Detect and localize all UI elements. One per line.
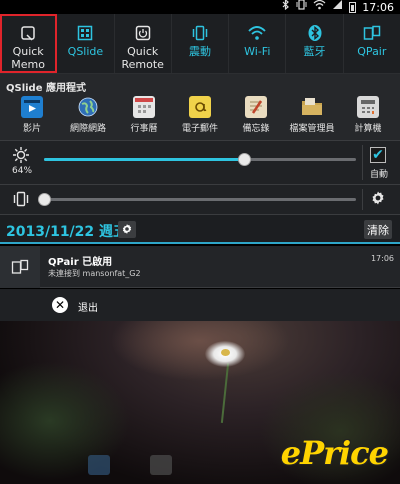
toggle-label: QPair — [357, 45, 387, 58]
qslide-app-email[interactable]: 電子郵件 — [172, 92, 228, 134]
notification-title: QPair 已啟用 — [48, 257, 113, 268]
status-bar: 17:06 — [0, 0, 400, 14]
quick-memo-icon — [17, 24, 39, 42]
qpair-icon — [361, 24, 383, 42]
qslide-app-internet[interactable]: 網際網路 — [60, 92, 116, 134]
qslide-app-file-manager[interactable]: 檔案管理員 — [284, 92, 340, 134]
app-label: 行事曆 — [130, 124, 158, 134]
divider — [362, 145, 363, 180]
dock-app-icon[interactable] — [88, 455, 110, 475]
gear-icon — [121, 220, 133, 239]
wallpaper-shape — [110, 321, 290, 381]
app-label: 檔案管理員 — [289, 124, 335, 134]
notification-action-exit[interactable]: ✕ 退出 — [0, 289, 400, 321]
quick-settings-toggles: Quick Memo QSlide Quick Remote 震動 Wi-Fi — [0, 14, 400, 74]
toggle-label: Quick Memo — [11, 45, 45, 71]
qslide-app-list: 影片 網際網路 行事曆 電子郵件 備忘錄 檔案管理員 計算機 — [0, 92, 400, 134]
signal-icon — [332, 0, 343, 15]
eprice-watermark: ePrice — [280, 434, 389, 472]
toggle-label: Wi-Fi — [244, 45, 271, 58]
toggle-wifi[interactable]: Wi-Fi — [229, 14, 287, 73]
brightness-slider-fill — [44, 158, 244, 161]
checkmark-icon: ✔ — [372, 147, 384, 163]
date-header: 2013/11/22 週五 清除 — [0, 214, 400, 244]
toggle-label: 藍牙 — [303, 45, 326, 58]
vibrate-icon — [12, 191, 30, 211]
battery-icon — [349, 1, 357, 13]
toggle-label-line2: Remote — [121, 58, 164, 71]
brightness-slider-thumb[interactable] — [237, 153, 251, 166]
toggle-label-line1: Quick — [12, 45, 44, 58]
gear-icon — [370, 190, 386, 210]
calendar-icon — [133, 96, 155, 118]
clear-notifications-button[interactable]: 清除 — [364, 220, 392, 239]
flower-center — [221, 349, 230, 356]
toggle-quick-memo[interactable]: Quick Memo — [0, 14, 58, 73]
auto-brightness-checkbox[interactable]: ✔ — [370, 147, 386, 163]
wifi-icon — [313, 0, 326, 15]
memo-icon — [245, 96, 267, 118]
home-wallpaper: ePrice — [0, 321, 400, 484]
toggle-label-line1: Quick — [127, 45, 159, 58]
date-label: 2013/11/22 週五 — [6, 224, 128, 240]
brightness-percent: 64% — [12, 166, 33, 176]
calculator-icon — [357, 96, 379, 118]
toggle-label-line2: Memo — [11, 58, 45, 71]
toggle-bluetooth[interactable]: 藍牙 — [286, 14, 344, 73]
wallpaper-shape — [0, 361, 130, 481]
qslide-app-memo[interactable]: 備忘錄 — [228, 92, 284, 134]
app-label: 備忘錄 — [242, 124, 270, 134]
status-time: 17:06 — [362, 0, 394, 14]
settings-button[interactable] — [118, 221, 136, 238]
app-label: 電子郵件 — [181, 124, 218, 134]
video-icon — [21, 96, 43, 118]
volume-row — [0, 184, 400, 214]
toggle-qpair[interactable]: QPair — [344, 14, 400, 73]
toggle-label: QSlide — [67, 45, 104, 58]
vibrate-icon — [189, 24, 211, 42]
brightness-icon — [12, 146, 30, 168]
volume-slider[interactable] — [44, 198, 356, 201]
toggle-label: 震動 — [188, 45, 211, 58]
app-label: 計算機 — [354, 124, 382, 134]
app-label: 網際網路 — [69, 124, 106, 134]
brightness-slider[interactable] — [44, 158, 356, 161]
divider — [362, 189, 363, 210]
volume-slider-thumb[interactable] — [38, 193, 51, 206]
notification-subtitle: 未連接到 mansonfat_G2 — [48, 269, 141, 278]
qslide-app-video[interactable]: 影片 — [4, 92, 60, 134]
toggle-qslide[interactable]: QSlide — [57, 14, 115, 73]
qslide-icon — [74, 24, 96, 42]
notification-qpair[interactable]: QPair 已啟用 未連接到 mansonfat_G2 17:06 — [0, 246, 400, 288]
volume-settings-button[interactable] — [368, 190, 388, 210]
toggle-label: Quick Remote — [121, 45, 163, 71]
toggle-vibrate[interactable]: 震動 — [172, 14, 230, 73]
bluetooth-icon — [304, 24, 326, 42]
qslide-app-calendar[interactable]: 行事曆 — [116, 92, 172, 134]
app-label: 影片 — [22, 124, 41, 134]
bluetooth-icon — [282, 0, 290, 15]
qslide-panel: QSlide 應用程式 影片 網際網路 行事曆 電子郵件 備忘錄 檔案管理員 計… — [0, 74, 400, 140]
email-icon — [189, 96, 211, 118]
dock-app-icon[interactable] — [150, 455, 172, 475]
auto-brightness-label: 自動 — [369, 170, 388, 180]
exit-label: 退出 — [78, 303, 98, 314]
vibrate-icon — [296, 0, 307, 15]
folder-icon — [301, 96, 323, 118]
globe-icon — [77, 96, 99, 118]
qslide-app-calculator[interactable]: 計算機 — [340, 92, 396, 134]
wifi-icon — [246, 24, 268, 42]
qpair-icon — [0, 246, 40, 288]
notification-time: 17:06 — [370, 254, 394, 263]
quick-remote-icon — [132, 24, 154, 42]
qslide-title: QSlide 應用程式 — [6, 83, 86, 94]
close-icon: ✕ — [52, 297, 68, 313]
toggle-quick-remote[interactable]: Quick Remote — [115, 14, 172, 73]
brightness-row: 64% ✔ 自動 — [0, 140, 400, 184]
